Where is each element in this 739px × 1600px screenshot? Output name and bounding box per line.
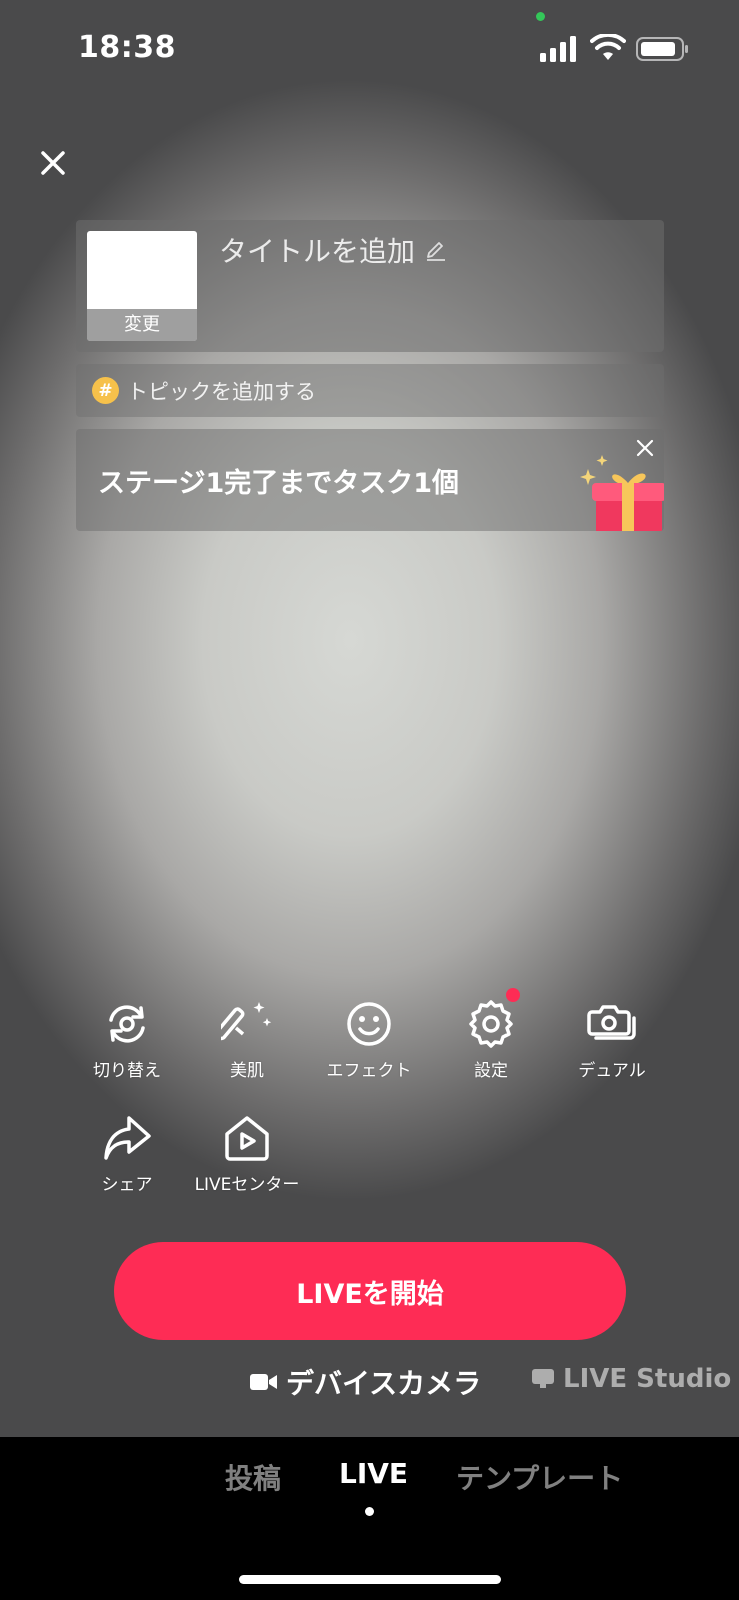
- flip-camera-icon: [109, 1005, 145, 1043]
- tool-label: シェア: [101, 1175, 153, 1195]
- battery-icon: [636, 37, 688, 61]
- smiley-icon: [347, 1002, 391, 1046]
- tab-template[interactable]: テンプレート: [456, 1457, 623, 1497]
- pencil-icon: [427, 242, 446, 261]
- tool-flip-camera[interactable]: 切り替え: [72, 998, 182, 1081]
- tool-effects[interactable]: エフェクト: [314, 998, 424, 1081]
- close-icon[interactable]: [36, 146, 70, 180]
- tool-share[interactable]: シェア: [72, 1112, 182, 1195]
- camera-preview: [0, 0, 739, 1437]
- home-indicator[interactable]: [239, 1575, 501, 1584]
- tool-label: 美肌: [230, 1061, 264, 1081]
- close-icon[interactable]: [634, 437, 656, 459]
- gift-icon: [580, 455, 664, 531]
- live-studio-option[interactable]: LIVE Studio: [531, 1364, 731, 1394]
- title-placeholder: タイトルを追加: [219, 235, 416, 268]
- task-banner[interactable]: ステージ1完了までタスク1個: [76, 429, 664, 531]
- title-card: 変更 タイトルを追加: [76, 220, 664, 352]
- magic-wand-icon: [221, 1002, 272, 1041]
- add-topic-label: トピックを追加する: [127, 379, 316, 404]
- hashtag-icon: #: [92, 377, 119, 404]
- tool-label: エフェクト: [326, 1061, 412, 1081]
- tool-live-center[interactable]: LIVEセンター: [192, 1112, 302, 1195]
- tab-live[interactable]: LIVE: [339, 1457, 408, 1490]
- notification-badge: [506, 988, 520, 1002]
- device-camera-option[interactable]: デバイスカメラ: [250, 1362, 481, 1402]
- monitor-icon: [532, 1369, 554, 1388]
- task-banner-text: ステージ1完了までタスク1個: [98, 468, 460, 499]
- mode-bar: 投稿 LIVE テンプレート: [0, 1437, 739, 1600]
- tool-beauty[interactable]: 美肌: [192, 998, 302, 1081]
- wifi-icon: [590, 34, 626, 60]
- tool-settings[interactable]: 設定: [436, 988, 546, 1081]
- live-center-icon: [225, 1116, 269, 1161]
- share-icon: [104, 1116, 151, 1160]
- status-time: 18:38: [78, 30, 176, 65]
- tool-label: 切り替え: [93, 1061, 161, 1081]
- dual-camera-icon: [587, 1005, 636, 1040]
- tool-label: LIVEセンター: [194, 1175, 300, 1195]
- cover-image[interactable]: 変更: [87, 231, 197, 341]
- go-live-button[interactable]: LIVEを開始: [114, 1242, 626, 1340]
- active-tab-indicator: [365, 1507, 374, 1516]
- status-bar: 18:38: [0, 0, 739, 100]
- device-camera-label: デバイスカメラ: [286, 1367, 482, 1400]
- tool-label: デュアル: [578, 1061, 646, 1081]
- camera-in-use-indicator: [536, 12, 545, 21]
- signal-icon: [540, 36, 576, 62]
- video-camera-icon: [250, 1374, 277, 1390]
- tab-post[interactable]: 投稿: [225, 1457, 281, 1497]
- cover-change-label[interactable]: 変更: [87, 309, 197, 341]
- live-studio-label: LIVE Studio: [563, 1364, 732, 1394]
- gear-icon: [469, 1000, 513, 1048]
- title-input[interactable]: タイトルを追加: [219, 230, 447, 270]
- add-topic-button[interactable]: # トピックを追加する: [76, 364, 664, 417]
- tool-dual[interactable]: デュアル: [557, 998, 667, 1081]
- tool-label: 設定: [474, 1061, 508, 1081]
